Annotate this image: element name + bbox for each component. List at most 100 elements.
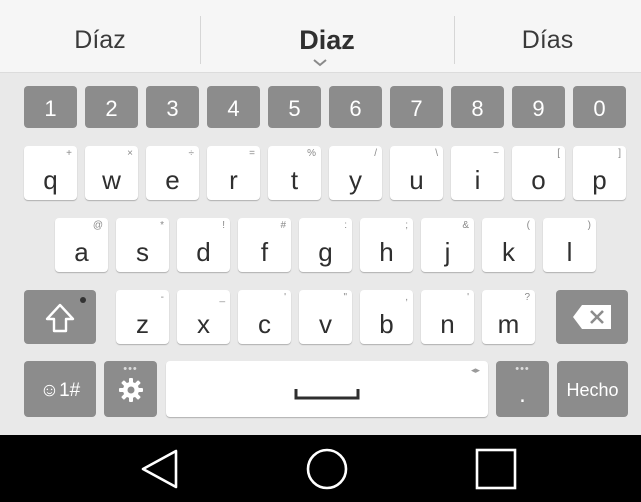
keyboard: 1234567890 q + w × e ÷ r = t% y / u \ i ~ o[p] a @ s * d! f #…	[0, 73, 641, 435]
key-h-hint: ;	[405, 220, 408, 231]
done-key[interactable]: Hecho	[557, 361, 628, 417]
key-z-label: z	[136, 309, 149, 339]
key-t-hint: %	[307, 148, 316, 159]
key-y[interactable]: y /	[329, 146, 382, 200]
period-key[interactable]: ••• .	[496, 361, 549, 417]
key-l-hint: )	[587, 220, 591, 231]
key-k[interactable]: k(	[482, 218, 535, 272]
chevron-down-icon[interactable]	[312, 58, 328, 68]
key-0[interactable]: 0	[573, 86, 626, 128]
key-7-label: 7	[410, 96, 423, 121]
key-m-hint: ?	[524, 292, 530, 303]
key-g[interactable]: g:	[299, 218, 352, 272]
key-5[interactable]: 5	[268, 86, 321, 128]
key-d[interactable]: d!	[177, 218, 230, 272]
key-v-hint: "	[343, 292, 347, 303]
key-u-label: u	[409, 165, 424, 195]
key-2-label: 2	[105, 96, 118, 121]
shift-key[interactable]	[24, 290, 96, 344]
key-1[interactable]: 1	[24, 86, 77, 128]
key-f[interactable]: f #	[238, 218, 291, 272]
key-w-hint: ×	[127, 148, 133, 159]
symbols-key-label: ☺1#	[39, 380, 81, 401]
key-d-hint: !	[222, 220, 225, 231]
key-8[interactable]: 8	[451, 86, 504, 128]
key-8-label: 8	[471, 96, 484, 121]
key-n[interactable]: n '	[421, 290, 474, 344]
key-y-label: y	[349, 165, 362, 195]
key-e[interactable]: e ÷	[146, 146, 199, 200]
key-z-hint: -	[160, 292, 164, 303]
key-u-hint: \	[435, 148, 438, 159]
key-w-label: w	[102, 165, 121, 195]
key-b-label: b	[379, 309, 394, 339]
key-t[interactable]: t%	[268, 146, 321, 200]
symbols-key[interactable]: ☺1#	[24, 361, 96, 417]
back-triangle-icon[interactable]	[138, 447, 182, 491]
key-3[interactable]: 3	[146, 86, 199, 128]
long-press-dots: •••	[123, 363, 138, 375]
navigation-bar	[0, 435, 641, 502]
key-b[interactable]: b,	[360, 290, 413, 344]
key-i-label: i	[474, 165, 481, 195]
key-q-hint: +	[66, 148, 72, 159]
key-h[interactable]: h;	[360, 218, 413, 272]
backspace-icon	[573, 305, 611, 329]
key-z[interactable]: z-	[116, 290, 169, 344]
key-j[interactable]: j &	[421, 218, 474, 272]
key-p-hint: ]	[618, 148, 621, 159]
key-k-hint: (	[526, 220, 530, 231]
key-g-hint: :	[344, 220, 347, 231]
backspace-key[interactable]	[556, 290, 628, 344]
key-q-label: q	[43, 165, 58, 195]
key-6[interactable]: 6	[329, 86, 382, 128]
key-2[interactable]: 2	[85, 86, 138, 128]
shift-icon	[45, 303, 75, 333]
key-j-label: j	[444, 237, 451, 267]
key-i-hint: ~	[493, 148, 499, 159]
space-key[interactable]: ◂▸	[166, 361, 488, 417]
key-l[interactable]: l)	[543, 218, 596, 272]
period-key-label: .	[519, 381, 526, 408]
key-c-hint: '	[284, 292, 286, 303]
key-f-label: f	[260, 237, 269, 267]
key-s[interactable]: s *	[116, 218, 169, 272]
key-v[interactable]: v "	[299, 290, 352, 344]
key-a-label: a	[74, 237, 89, 267]
key-b-hint: ,	[405, 292, 408, 303]
key-a-hint: @	[92, 220, 103, 231]
key-q[interactable]: q +	[24, 146, 77, 200]
key-t-label: t	[290, 165, 299, 195]
key-a[interactable]: a @	[55, 218, 108, 272]
key-7[interactable]: 7	[390, 86, 443, 128]
key-o[interactable]: o[	[512, 146, 565, 200]
key-o-hint: [	[557, 148, 560, 159]
key-9-label: 9	[532, 96, 545, 121]
key-c[interactable]: c '	[238, 290, 291, 344]
key-9[interactable]: 9	[512, 86, 565, 128]
key-v-label: v	[319, 309, 332, 339]
key-y-hint: /	[374, 148, 377, 159]
key-m[interactable]: m?	[482, 290, 535, 344]
key-o-label: o	[531, 165, 546, 195]
settings-key[interactable]: •••	[104, 361, 157, 417]
key-e-label: e	[165, 165, 180, 195]
key-4-label: 4	[227, 96, 240, 121]
key-s-hint: *	[160, 220, 164, 231]
key-4[interactable]: 4	[207, 86, 260, 128]
key-n-label: n	[440, 309, 455, 339]
key-p-label: p	[592, 165, 607, 195]
suggestion-right[interactable]: Días	[454, 0, 641, 72]
key-h-label: h	[379, 237, 394, 267]
key-u[interactable]: u \	[390, 146, 443, 200]
key-x[interactable]: x _	[177, 290, 230, 344]
key-i[interactable]: i ~	[451, 146, 504, 200]
recents-square-icon[interactable]	[474, 447, 518, 491]
key-p[interactable]: p]	[573, 146, 626, 200]
key-3-label: 3	[166, 96, 179, 121]
key-r[interactable]: r =	[207, 146, 260, 200]
key-w[interactable]: w ×	[85, 146, 138, 200]
suggestion-left[interactable]: Díaz	[0, 0, 200, 72]
home-circle-icon[interactable]	[305, 447, 349, 491]
key-n-hint: '	[467, 292, 469, 303]
